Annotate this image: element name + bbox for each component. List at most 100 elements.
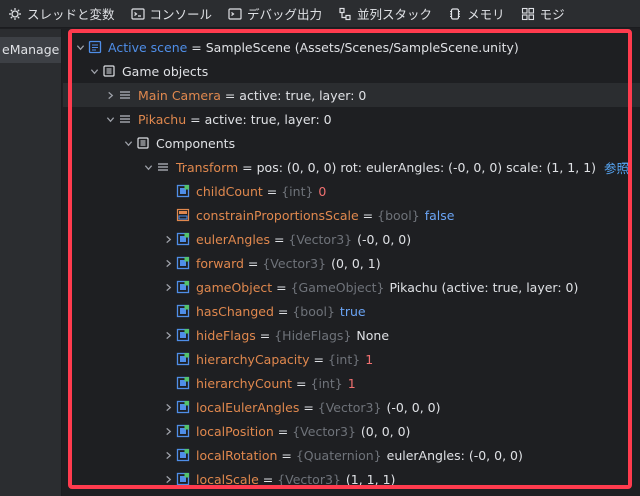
field-value: eulerAngles: (-0, 0, 0) (386, 447, 523, 463)
chevron-right-icon[interactable] (161, 443, 175, 467)
tree-row-active-scene[interactable]: Active scene = SampleScene (Assets/Scene… (63, 35, 640, 59)
property-icon (175, 279, 191, 295)
tree-row-field[interactable]: childCount = {int} 0 (63, 179, 640, 203)
equals-sign: = (262, 183, 282, 199)
tree-row-pikachu[interactable]: Pikachu = active: true, layer: 0 (63, 107, 640, 131)
frames-sidebar: eManage (0, 29, 62, 496)
chevron-right-icon[interactable] (103, 83, 117, 107)
tree-row-field[interactable]: hierarchyCount = {int} 1 (63, 371, 640, 395)
equals-sign: = (277, 447, 296, 463)
field-type: {int} (328, 351, 361, 367)
chevron-right-icon[interactable] (161, 251, 175, 275)
tree-row-field[interactable]: forward = {Vector3} (0, 0, 1) (63, 251, 640, 275)
sidebar-item-selected[interactable]: eManage (0, 37, 61, 63)
field-name: eulerAngles (196, 231, 270, 247)
chevron-down-icon[interactable] (103, 107, 117, 131)
scene-value: SampleScene (Assets/Scenes/SampleScene.u… (205, 39, 519, 55)
hamburger-icon (117, 87, 133, 103)
tree-row-field[interactable]: hierarchyCapacity = {int} 1 (63, 347, 640, 371)
property-icon (175, 375, 191, 391)
console-icon (130, 7, 145, 21)
tree-row-field[interactable]: hasChanged = {bool} true (63, 299, 640, 323)
field-value: false (424, 207, 455, 223)
field-name: gameObject (196, 279, 273, 295)
field-type: {Vector3} (277, 471, 341, 487)
equals-sign: = (243, 255, 263, 271)
tree-row-field[interactable]: localPosition = {Vector3} (0, 0, 0) (63, 419, 640, 443)
list-icon (135, 135, 151, 151)
tab-console[interactable]: コンソール (123, 0, 221, 27)
object-name: Pikachu (138, 111, 187, 127)
field-name: hierarchyCount (196, 375, 293, 391)
equals-sign: = (273, 423, 293, 439)
thread-icon (8, 7, 22, 21)
tree-row-field[interactable]: hideFlags = {HideFlags} None (63, 323, 640, 347)
field-name: childCount (196, 183, 263, 199)
chevron-down-icon[interactable] (141, 155, 155, 179)
field-value: (-0, 0, 0) (357, 231, 412, 247)
object-value: active: true, layer: 0 (239, 87, 367, 103)
property-icon (175, 351, 191, 367)
component-name: Transform (176, 159, 239, 175)
chevron-right-icon[interactable] (161, 275, 175, 299)
tab-label: コンソール (149, 7, 213, 22)
tree-row-field[interactable]: eulerAngles = {Vector3} (-0, 0, 0) (63, 227, 640, 251)
property-icon (175, 327, 191, 343)
field-name: localPosition (196, 423, 274, 439)
debug-output-icon (228, 7, 242, 21)
tab-threads-variables[interactable]: スレッドと変数 (0, 0, 123, 27)
tree-row-field[interactable]: localEulerAngles = {Vector3} (-0, 0, 0) (63, 395, 640, 419)
tree-row-field[interactable]: localScale = {Vector3} (1, 1, 1) (63, 467, 640, 491)
chevron-right-icon[interactable] (161, 467, 175, 491)
tree-row-field[interactable]: constrainProportionsScale = {bool} false (63, 203, 640, 227)
tree-row-field[interactable]: gameObject = {GameObject} Pikachu (active… (63, 275, 640, 299)
tree-row-components[interactable]: Components (63, 131, 640, 155)
field-type: {Vector3} (317, 399, 382, 415)
chevron-down-icon[interactable] (121, 131, 135, 155)
chevron-down-icon[interactable] (87, 59, 101, 83)
component-value: pos: (0, 0, 0) rot: eulerAngles: (-0, 0,… (256, 159, 597, 175)
field-type: {Quaternion} (295, 447, 382, 463)
tab-modules[interactable]: モジ (513, 0, 573, 27)
tab-memory[interactable]: メモリ (440, 0, 513, 27)
scene-icon (87, 39, 103, 55)
field-value: Pikachu (active: true, layer: 0) (389, 279, 579, 295)
tree-row-game-objects[interactable]: Game objects (63, 59, 640, 83)
chevron-down-icon[interactable] (73, 35, 87, 59)
tab-debug-output[interactable]: デバッグ出力 (220, 0, 330, 27)
chevron-right-icon[interactable] (161, 323, 175, 347)
property-icon (175, 303, 191, 319)
components-label: Components (156, 135, 236, 151)
tab-label: 並列スタック (357, 7, 433, 22)
reference-link[interactable]: 参照 (604, 158, 629, 177)
property-icon (175, 255, 191, 271)
field-value: (0, 0, 1) (331, 255, 381, 271)
chevron-right-icon[interactable] (161, 419, 175, 443)
tab-parallel-stacks[interactable]: 並列スタック (330, 0, 440, 27)
field-value: (0, 0, 0) (360, 423, 411, 439)
chevron-right-icon[interactable] (161, 227, 175, 251)
memory-icon (448, 7, 462, 21)
field-name: hasChanged (196, 303, 274, 319)
equals-sign: = (309, 351, 328, 367)
tree-row-main-camera[interactable]: Main Camera = active: true, layer: 0 (63, 83, 640, 107)
field-type: {bool} (377, 207, 420, 223)
field-name: localScale (196, 471, 259, 487)
field-type: {Vector3} (262, 255, 327, 271)
field-type: {Vector3} (288, 231, 353, 247)
tab-label: デバッグ出力 (247, 7, 323, 22)
hamburger-icon (117, 111, 133, 127)
object-name: Main Camera (138, 87, 221, 103)
equals-sign: = (273, 303, 293, 319)
field-name: hierarchyCapacity (196, 351, 310, 367)
tree-row-field[interactable]: localRotation = {Quaternion} eulerAngles:… (63, 443, 640, 467)
tree-row-transform[interactable]: Transform = pos: (0, 0, 0) rot: eulerAng… (63, 155, 640, 179)
chevron-right-icon[interactable] (161, 395, 175, 419)
list-icon (101, 63, 117, 79)
property-icon (175, 471, 191, 487)
tab-label: メモリ (467, 7, 505, 22)
parallel-stacks-icon (338, 7, 352, 21)
